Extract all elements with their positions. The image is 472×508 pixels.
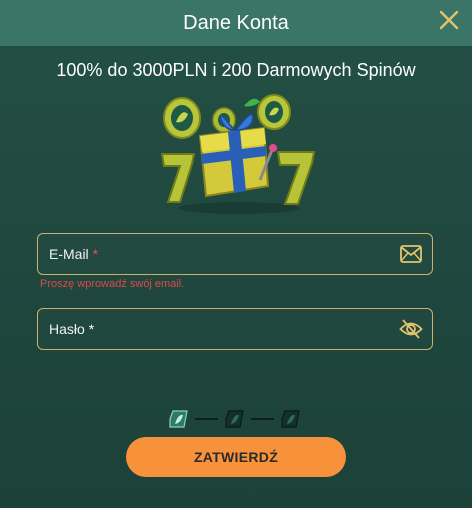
email-input[interactable]	[38, 234, 432, 274]
email-field[interactable]: E-Mail *	[37, 233, 433, 275]
email-error-message: Proszę wprowadź swój email.	[40, 278, 185, 290]
password-input[interactable]	[38, 309, 432, 349]
modal-title: Dane Konta	[183, 11, 289, 34]
coin-right-icon	[257, 94, 291, 130]
modal-header: Dane Konta	[0, 0, 472, 46]
step-3-icon	[281, 410, 300, 428]
close-icon[interactable]	[436, 7, 462, 33]
submit-button[interactable]: ZATWIERDŹ	[126, 437, 346, 477]
coin-left-icon	[163, 97, 201, 139]
step-1-icon	[169, 410, 188, 428]
seven-left-icon	[160, 153, 196, 203]
eye-slash-icon[interactable]	[399, 318, 423, 340]
account-details-modal: Dane Konta 100% do 3000PLN i 200 Darmowy…	[0, 0, 472, 508]
gift-777-illustration	[160, 94, 316, 214]
step-2-icon	[225, 410, 244, 428]
password-field[interactable]: Hasło *	[37, 308, 433, 350]
seven-right-icon	[276, 151, 316, 205]
envelope-icon	[400, 245, 422, 263]
step-indicator	[169, 410, 300, 428]
promo-headline: 100% do 3000PLN i 200 Darmowych Spinów	[56, 60, 416, 80]
